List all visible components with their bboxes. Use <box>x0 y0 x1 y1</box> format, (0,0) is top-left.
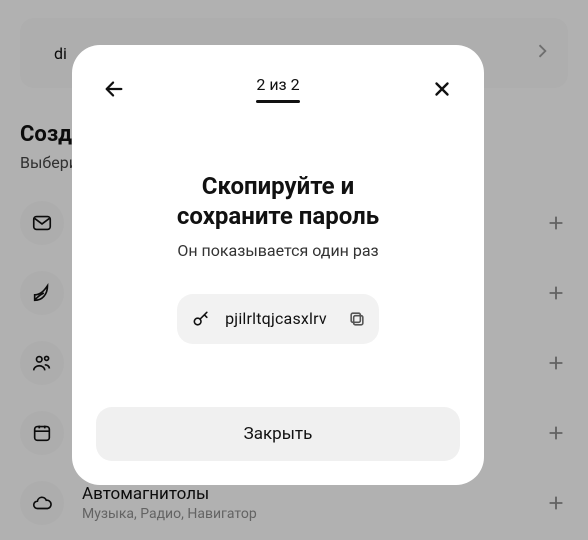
modal-subtitle: Он показывается один раз <box>177 241 378 260</box>
modal-body: Скопируйте и сохраните пароль Он показыв… <box>96 107 460 407</box>
key-icon <box>191 309 211 329</box>
copy-button[interactable] <box>347 309 367 329</box>
password-text: pjilrltqjcasxlrv <box>225 309 327 328</box>
close-icon-button[interactable] <box>424 71 460 107</box>
password-modal: 2 из 2 Скопируйте и сохраните пароль Он … <box>72 45 484 485</box>
modal-header: 2 из 2 <box>96 71 460 107</box>
password-pill: pjilrltqjcasxlrv <box>177 294 379 344</box>
step-indicator: 2 из 2 <box>256 75 299 94</box>
step-underline <box>256 100 300 103</box>
modal-title: Скопируйте и сохраните пароль <box>177 171 379 231</box>
close-button[interactable]: Закрыть <box>96 407 460 461</box>
back-button[interactable] <box>96 71 132 107</box>
